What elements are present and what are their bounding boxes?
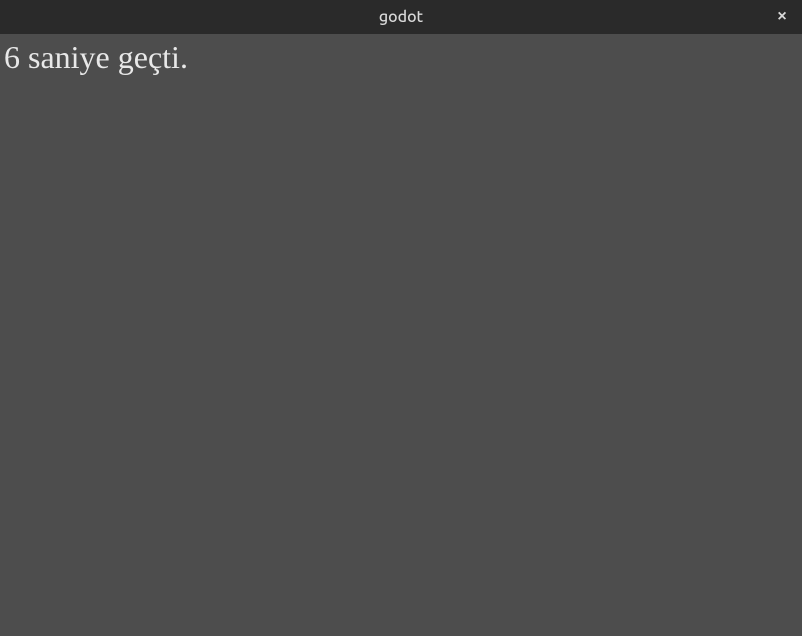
- close-button[interactable]: ×: [772, 7, 792, 27]
- titlebar: godot ×: [0, 0, 802, 34]
- close-icon: ×: [777, 9, 786, 25]
- window-title: godot: [379, 8, 423, 26]
- status-label: 6 saniye geçti.: [4, 38, 798, 76]
- content-area: 6 saniye geçti.: [0, 34, 802, 80]
